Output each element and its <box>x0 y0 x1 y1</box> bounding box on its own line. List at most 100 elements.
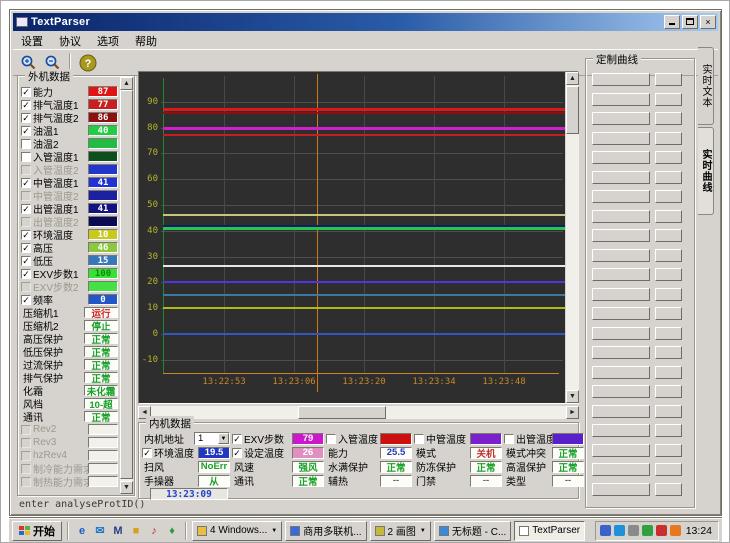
checkbox-低压[interactable]: ✓ <box>21 256 31 266</box>
checkbox-中管温度2[interactable] <box>21 191 31 201</box>
curve-name-slot[interactable] <box>592 424 650 437</box>
tray-icon-4[interactable] <box>642 525 653 536</box>
media-player-icon[interactable]: ♪ <box>146 523 162 539</box>
messenger-icon[interactable]: ♦ <box>164 523 180 539</box>
curve-name-slot[interactable] <box>592 229 650 242</box>
curve-value-slot[interactable] <box>655 132 682 145</box>
checkbox-EXV步数[interactable]: ✓ <box>232 434 242 444</box>
checkbox-Rev3[interactable] <box>21 438 31 448</box>
curve-name-slot[interactable] <box>592 288 650 301</box>
tray-icon-1[interactable] <box>600 525 611 536</box>
curve-value-slot[interactable] <box>655 463 682 476</box>
checkbox-环境温度[interactable]: ✓ <box>21 230 31 240</box>
left-panel-scrollbar[interactable]: ▲ ▼ <box>120 77 133 494</box>
msn-icon[interactable]: M <box>110 523 126 539</box>
curve-name-slot[interactable] <box>592 93 650 106</box>
taskbar-button-4 Windows...[interactable]: 4 Windows...▼ <box>192 521 282 541</box>
chart-vscroll-thumb[interactable] <box>566 86 579 134</box>
checkbox-EXV步数1[interactable]: ✓ <box>21 269 31 279</box>
curve-name-slot[interactable] <box>592 463 650 476</box>
curve-value-slot[interactable] <box>655 112 682 125</box>
checkbox-频率[interactable]: ✓ <box>21 295 31 305</box>
checkbox-出管温度1[interactable]: ✓ <box>21 204 31 214</box>
checkbox-高压[interactable]: ✓ <box>21 243 31 253</box>
curve-value-slot[interactable] <box>655 210 682 223</box>
checkbox-入管温度[interactable] <box>326 434 336 444</box>
taskbar-button-2 画图[interactable]: 2 画图▼ <box>370 521 431 541</box>
left-scroll-thumb[interactable] <box>120 90 133 479</box>
tray-icon-2[interactable] <box>614 525 625 536</box>
checkbox-制热能力需求[interactable] <box>21 477 31 487</box>
checkbox-环境温度[interactable]: ✓ <box>142 448 152 458</box>
time-cursor[interactable] <box>317 74 318 392</box>
tab-实时文本[interactable]: 实时文本 <box>698 47 714 125</box>
checkbox-油温2[interactable] <box>21 139 31 149</box>
menu-item-2[interactable]: 协议 <box>51 32 89 50</box>
tab-实时曲线[interactable]: 实时曲线 <box>698 127 714 215</box>
curve-name-slot[interactable] <box>592 171 650 184</box>
checkbox-出管温度2[interactable] <box>21 217 31 227</box>
scroll-up-icon[interactable]: ▲ <box>120 77 133 90</box>
scroll-down-icon[interactable]: ▼ <box>566 390 579 403</box>
curve-name-slot[interactable] <box>592 190 650 203</box>
scroll-down-icon[interactable]: ▼ <box>120 481 133 494</box>
curve-value-slot[interactable] <box>655 249 682 262</box>
curve-value-slot[interactable] <box>655 268 682 281</box>
curve-value-slot[interactable] <box>655 307 682 320</box>
curve-value-slot[interactable] <box>655 385 682 398</box>
help-button[interactable]: ? <box>76 52 100 74</box>
curve-name-slot[interactable] <box>592 327 650 340</box>
tray-icon-5[interactable] <box>656 525 667 536</box>
curve-value-slot[interactable] <box>655 229 682 242</box>
checkbox-设定温度[interactable]: ✓ <box>232 448 242 458</box>
scroll-up-icon[interactable]: ▲ <box>566 72 579 85</box>
curve-name-slot[interactable] <box>592 112 650 125</box>
ie-icon[interactable]: e <box>74 523 90 539</box>
start-button[interactable]: 开始 <box>12 521 62 541</box>
curve-name-slot[interactable] <box>592 249 650 262</box>
curve-value-slot[interactable] <box>655 346 682 359</box>
curve-name-slot[interactable] <box>592 346 650 359</box>
titlebar[interactable]: TextParser × <box>13 13 718 31</box>
close-button[interactable]: × <box>700 15 716 29</box>
menu-item-1[interactable]: 设置 <box>13 32 51 50</box>
checkbox-中管温度[interactable] <box>414 434 424 444</box>
curve-value-slot[interactable] <box>655 327 682 340</box>
indoor-address-dropdown[interactable]: 1▼ <box>194 432 230 445</box>
checkbox-排气温度2[interactable]: ✓ <box>21 113 31 123</box>
checkbox-中管温度1[interactable]: ✓ <box>21 178 31 188</box>
curve-name-slot[interactable] <box>592 444 650 457</box>
menu-item-3[interactable]: 选项 <box>89 32 127 50</box>
checkbox-排气温度1[interactable]: ✓ <box>21 100 31 110</box>
mail-icon[interactable]: ✉ <box>92 523 108 539</box>
curve-value-slot[interactable] <box>655 444 682 457</box>
tray-icon-3[interactable] <box>628 525 639 536</box>
curve-value-slot[interactable] <box>655 405 682 418</box>
curve-name-slot[interactable] <box>592 385 650 398</box>
curve-value-slot[interactable] <box>655 73 682 86</box>
taskbar-button-无标题 - C...[interactable]: 无标题 - C... <box>434 521 511 541</box>
chart-vertical-scrollbar[interactable]: ▲ ▼ <box>566 72 579 403</box>
checkbox-EXV步数2[interactable] <box>21 282 31 292</box>
maximize-button[interactable] <box>682 15 698 29</box>
curve-name-slot[interactable] <box>592 307 650 320</box>
checkbox-能力[interactable]: ✓ <box>21 87 31 97</box>
curve-name-slot[interactable] <box>592 405 650 418</box>
tray-icon-6[interactable] <box>670 525 681 536</box>
curve-name-slot[interactable] <box>592 151 650 164</box>
curve-name-slot[interactable] <box>592 268 650 281</box>
curve-value-slot[interactable] <box>655 483 682 496</box>
checkbox-出管温度[interactable] <box>504 434 514 444</box>
checkbox-油温1[interactable]: ✓ <box>21 126 31 136</box>
curve-value-slot[interactable] <box>655 151 682 164</box>
folder-icon[interactable]: ■ <box>128 523 144 539</box>
checkbox-入管温度2[interactable] <box>21 165 31 175</box>
curve-value-slot[interactable] <box>655 190 682 203</box>
curve-value-slot[interactable] <box>655 93 682 106</box>
checkbox-制冷能力需求[interactable] <box>21 464 31 474</box>
chart-horizontal-scrollbar[interactable]: ◄ ► <box>138 406 579 419</box>
curve-name-slot[interactable] <box>592 73 650 86</box>
minimize-button[interactable] <box>664 15 680 29</box>
curve-name-slot[interactable] <box>592 210 650 223</box>
curve-name-slot[interactable] <box>592 132 650 145</box>
